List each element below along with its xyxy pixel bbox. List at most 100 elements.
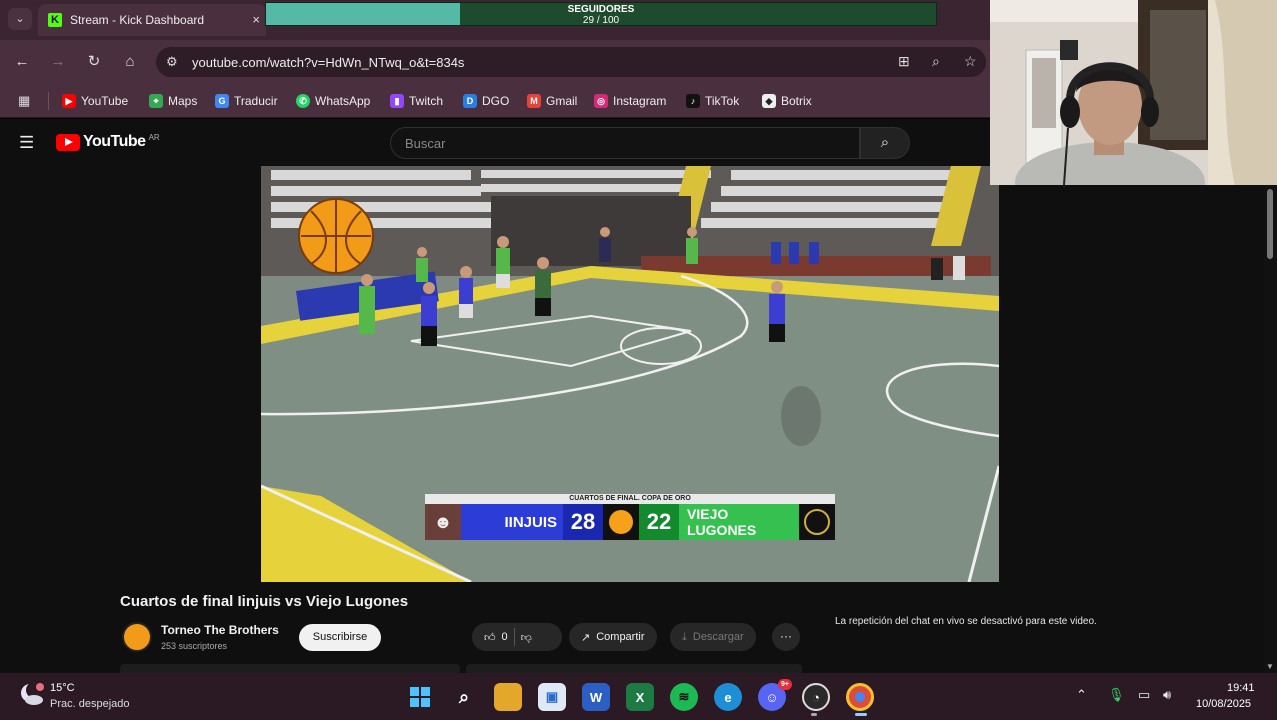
whatsapp-icon: ✆ — [296, 94, 310, 108]
desktop-screen: ⌄ K Stream - Kick Dashboard × SEGUIDORES… — [0, 0, 1277, 720]
bookmark-tiktok[interactable]: ♪ TikTok — [686, 92, 739, 110]
description-box[interactable] — [120, 664, 460, 673]
channel-name[interactable]: Torneo The Brothers — [161, 623, 279, 637]
tab-search-dropdown-icon[interactable]: ⌄ — [8, 8, 32, 30]
like-count[interactable]: 0 — [502, 631, 508, 643]
share-icon: ↗ — [581, 631, 591, 644]
obs-icon[interactable]: ◔ — [802, 683, 830, 711]
address-url[interactable]: youtube.com/watch?v=HdWn_NTwq_o&t=834s — [192, 55, 464, 70]
webcam-person-scene — [990, 0, 1277, 185]
webcam-overlay — [990, 0, 1277, 185]
scoreboard-row: ☻ IINJUIS 28 22 VIEJO LUGONES — [425, 504, 835, 540]
subscribe-button[interactable]: Suscribirse — [299, 624, 381, 651]
channel-avatar[interactable] — [122, 622, 152, 652]
instagram-icon: ◎ — [594, 94, 608, 108]
bookmark-label: DGO — [482, 94, 510, 108]
gmail-icon: M — [527, 94, 541, 108]
youtube-icon: ▶ — [62, 94, 76, 108]
discord-icon[interactable]: ☺ 9+ — [758, 679, 792, 711]
youtube-logo[interactable]: YouTube AR — [56, 133, 160, 151]
youtube-play-icon — [56, 133, 80, 151]
search-input[interactable]: Buscar — [390, 127, 860, 159]
scoreboard-header: CUARTOS DE FINAL. COPA DE ORO — [425, 494, 835, 504]
scoreboard: CUARTOS DE FINAL. COPA DE ORO ☻ IINJUIS … — [425, 494, 835, 540]
bookmark-label: WhatsApp — [315, 94, 371, 108]
weather-temperature[interactable]: 15°C — [50, 682, 75, 694]
scrollbar-thumb[interactable] — [1267, 189, 1273, 259]
hamburger-menu-icon[interactable]: ☰ — [19, 133, 34, 153]
bookmarks-bar: ▦ ▶ YouTube ⌖ Maps G Traducir ✆ WhatsApp ▮ Tw… — [0, 84, 990, 118]
reload-icon[interactable]: ↻ — [84, 52, 104, 72]
forward-arrow-icon[interactable]: → — [48, 52, 68, 72]
scroll-down-icon[interactable]: ▼ — [1266, 662, 1274, 671]
clock-time[interactable]: 19:41 — [1227, 682, 1255, 694]
follower-goal-title: SEGUIDORES — [567, 4, 635, 15]
word-icon[interactable]: W — [582, 683, 610, 711]
video-player[interactable]: CUARTOS DE FINAL. COPA DE ORO ☻ IINJUIS … — [261, 166, 999, 582]
page-scrollbar[interactable]: ▼ — [1264, 185, 1277, 673]
bookmark-label: YouTube — [81, 94, 129, 108]
microphone-icon[interactable]: 🎙︎ — [1108, 687, 1125, 703]
apps-grid-icon[interactable]: ▦ — [18, 93, 30, 109]
network-icon[interactable]: ▭ — [1138, 687, 1150, 703]
basketball-icon — [603, 504, 639, 540]
windows-taskbar: 15°C Prac. despejado ⌕ ▣ W X ≋ e ☺ 9+ ◔ ⌃… — [0, 673, 1277, 720]
bookmark-star-icon[interactable]: ☆ — [964, 53, 977, 70]
bookmark-youtube[interactable]: ▶ YouTube — [62, 92, 128, 110]
dgo-icon: D — [463, 94, 477, 108]
comments-preview[interactable] — [466, 664, 802, 673]
like-icon[interactable]: 👍︎ — [484, 631, 496, 644]
bookmark-label: Instagram — [613, 94, 667, 108]
clock-date[interactable]: 10/08/2025 — [1196, 698, 1251, 710]
botrix-icon: ◆ — [762, 94, 776, 108]
tab-title: Stream - Kick Dashboard — [70, 13, 205, 27]
back-arrow-icon[interactable]: ← — [12, 52, 32, 72]
bookmark-dgo[interactable]: D DGO — [463, 92, 509, 110]
tray-overflow-icon[interactable]: ⌃ — [1076, 687, 1087, 703]
bookmark-twitch[interactable]: ▮ Twitch — [390, 92, 443, 110]
share-button[interactable]: ↗ Compartir — [569, 623, 657, 651]
weather-description[interactable]: Prac. despejado — [50, 698, 130, 710]
bookmark-gmail[interactable]: M Gmail — [527, 92, 577, 110]
bookmark-botrix[interactable]: ◆ Botrix — [762, 92, 812, 110]
search-icon[interactable]: ⌕ — [860, 127, 910, 159]
youtube-region: AR — [148, 132, 160, 142]
dislike-icon[interactable]: 👎︎ — [521, 631, 532, 644]
bookmark-maps[interactable]: ⌖ Maps — [149, 92, 197, 110]
volume-icon[interactable]: 🔊︎ — [1163, 687, 1171, 703]
search-taskbar-icon[interactable]: ⌕ — [450, 683, 478, 711]
tab-kick-dashboard[interactable]: K Stream - Kick Dashboard × — [38, 4, 266, 36]
follower-goal-overlay: SEGUIDORES 29 / 100 — [265, 2, 937, 26]
chat-replay-disabled-note: La repetición del chat en vivo se desact… — [835, 616, 1097, 627]
maps-icon: ⌖ — [149, 94, 163, 108]
bookmark-translate[interactable]: G Traducir — [215, 92, 278, 110]
tab-close-icon[interactable]: × — [252, 12, 260, 27]
site-info-icon[interactable]: ⚙ — [166, 54, 178, 70]
home-icon[interactable]: ⌂ — [120, 52, 140, 72]
bookmark-whatsapp[interactable]: ✆ WhatsApp — [296, 92, 370, 110]
team1-score: 28 — [563, 504, 603, 540]
address-bar[interactable]: ⚙ youtube.com/watch?v=HdWn_NTwq_o&t=834s… — [156, 47, 986, 77]
translate-icon: G — [215, 94, 229, 108]
install-app-icon[interactable]: ⊞ — [898, 53, 910, 70]
kick-icon: K — [48, 13, 62, 27]
spotify-icon[interactable]: ≋ — [670, 683, 698, 711]
more-actions-button[interactable]: ··· — [772, 623, 800, 651]
bookmark-instagram[interactable]: ◎ Instagram — [594, 92, 666, 110]
weather-moon-icon[interactable] — [18, 681, 44, 707]
bookmark-label: TikTok — [705, 94, 740, 108]
follower-goal-count: 29 / 100 — [582, 15, 620, 26]
team2-score: 22 — [639, 504, 679, 540]
file-explorer-icon[interactable] — [494, 683, 522, 711]
youtube-logo-text: YouTube — [83, 133, 146, 150]
excel-icon[interactable]: X — [626, 683, 654, 711]
bookmark-label: Maps — [168, 94, 198, 108]
microsoft-store-icon[interactable]: ▣ — [538, 683, 566, 711]
download-button[interactable]: ⤓ Descargar — [670, 623, 756, 651]
chrome-icon[interactable] — [846, 683, 874, 711]
edge-icon[interactable]: e — [714, 683, 742, 711]
tiktok-icon: ♪ — [686, 94, 700, 108]
windows-start-icon[interactable] — [406, 683, 434, 711]
zoom-icon[interactable]: ⌕ — [932, 53, 940, 70]
download-icon: ⤓ — [682, 630, 687, 643]
